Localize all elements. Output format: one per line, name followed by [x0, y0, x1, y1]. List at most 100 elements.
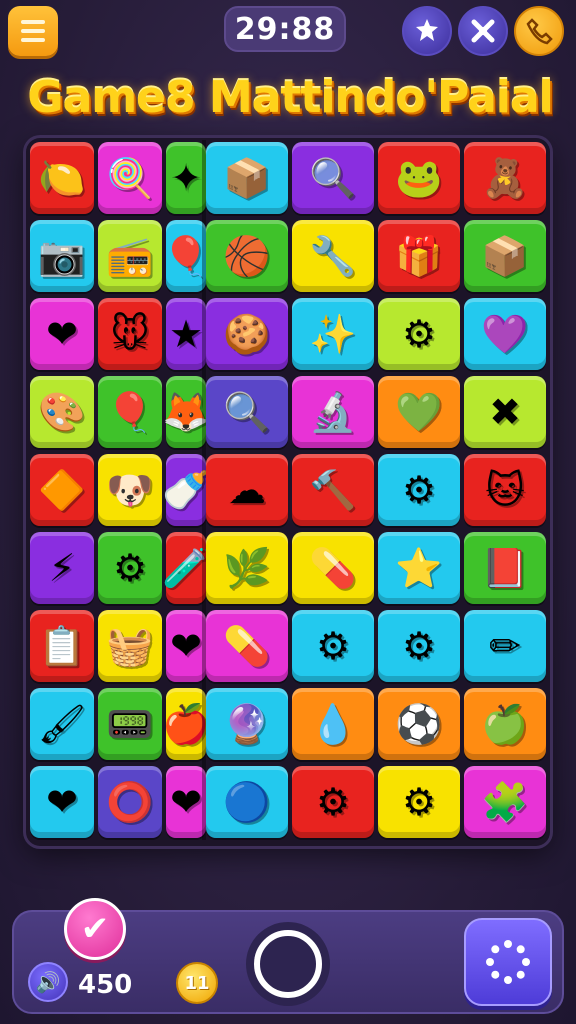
- tile-cat[interactable]: 🐱: [464, 454, 546, 526]
- device-icon: 📟: [106, 702, 154, 746]
- book-icon: 📕: [481, 546, 529, 590]
- tile-box[interactable]: 📦: [206, 142, 288, 214]
- tile-lollipop[interactable]: 🍭: [98, 142, 162, 214]
- tile-ring[interactable]: ⭕: [98, 766, 162, 838]
- menu-icon: [21, 20, 45, 24]
- tile-ball[interactable]: ⚽: [378, 688, 460, 760]
- tile-bolt[interactable]: ⚡: [30, 532, 94, 604]
- search-icon: 🔍: [223, 390, 271, 434]
- tile-frog[interactable]: 🐸: [378, 142, 460, 214]
- check-button[interactable]: ✔: [64, 898, 126, 960]
- tile-apple[interactable]: 🍎: [162, 688, 210, 760]
- box-icon: 📦: [223, 156, 271, 200]
- tile-fox[interactable]: 🦊: [162, 376, 210, 448]
- phone-button[interactable]: [514, 6, 564, 56]
- cog-icon: ⚙: [112, 546, 148, 590]
- speaker-icon: 🔊: [35, 970, 61, 994]
- tile-gem[interactable]: 🔶: [30, 454, 94, 526]
- tile-pencil[interactable]: ✏: [464, 610, 546, 682]
- tile-orb[interactable]: 🔮: [206, 688, 288, 760]
- tile-heart[interactable]: ❤: [30, 298, 94, 370]
- tile-crate[interactable]: 📦: [464, 220, 546, 292]
- score-value: 450: [78, 970, 133, 1000]
- tile-balloon[interactable]: 🎈: [162, 220, 210, 292]
- tile-device[interactable]: 📟: [98, 688, 162, 760]
- gear-icon: ⚙: [401, 312, 437, 356]
- tile-star[interactable]: ✦: [166, 142, 206, 214]
- tile-toy[interactable]: 🧸: [464, 142, 546, 214]
- tile-palette[interactable]: 🎨: [30, 376, 94, 448]
- tile-leaf[interactable]: 🌿: [206, 532, 288, 604]
- tile-board[interactable]: 📋: [30, 610, 94, 682]
- tile-lemon[interactable]: 🍋: [30, 142, 94, 214]
- tile-bottle[interactable]: 🍼: [162, 454, 210, 526]
- cat-icon: 🐱: [485, 468, 525, 512]
- tile-pill[interactable]: 💊: [206, 610, 288, 682]
- tile-heart[interactable]: ❤: [30, 766, 94, 838]
- puzzle-icon: [416, 19, 438, 41]
- tile-dog[interactable]: 🐶: [98, 454, 162, 526]
- tile-heart[interactable]: 💚: [378, 376, 460, 448]
- tile-basket[interactable]: 🧺: [98, 610, 162, 682]
- tile-search[interactable]: 🔍: [206, 376, 288, 448]
- spinner-button[interactable]: [464, 918, 552, 1006]
- tile-scope[interactable]: 🔬: [292, 376, 374, 448]
- menu-button[interactable]: [8, 6, 58, 56]
- tile-cookie[interactable]: 🍪: [206, 298, 288, 370]
- ring-icon: ⭕: [106, 780, 154, 824]
- tile-gear[interactable]: ⚙: [378, 454, 460, 526]
- coin-button[interactable]: 11: [176, 962, 218, 1004]
- tile-splat[interactable]: ✖: [464, 376, 546, 448]
- ring-button[interactable]: [246, 922, 330, 1006]
- tile-wand[interactable]: 🔧: [292, 220, 374, 292]
- tile-brush[interactable]: 🖌: [30, 688, 94, 760]
- tile-ball[interactable]: 🏀: [206, 220, 288, 292]
- tile-capsule[interactable]: 💊: [292, 532, 374, 604]
- tile-gear[interactable]: ⚙: [292, 766, 374, 838]
- tile-magnifier[interactable]: 🔍: [292, 142, 374, 214]
- pencil-icon: ✏: [489, 624, 521, 668]
- tile-mouse[interactable]: 🐭: [98, 298, 162, 370]
- game-title: Game8 Mattindo'Paial: [27, 72, 553, 123]
- tile-gear[interactable]: ⚙: [378, 766, 460, 838]
- splat-icon: ✖: [489, 390, 521, 434]
- block-icon: 🧩: [481, 780, 529, 824]
- phone-icon: [526, 18, 553, 45]
- tile-gear[interactable]: ⚙: [292, 610, 374, 682]
- tile-star[interactable]: ⭐: [378, 532, 460, 604]
- puzzle-button[interactable]: [402, 6, 452, 56]
- tile-heart[interactable]: ❤: [166, 766, 206, 838]
- ball-icon: ⚽: [395, 702, 443, 746]
- tile-drop[interactable]: 💧: [292, 688, 374, 760]
- gear-icon: ⚙: [401, 780, 437, 824]
- lollipop-icon: 🍭: [106, 156, 154, 200]
- tile-cloud[interactable]: ☁: [206, 454, 288, 526]
- tile-bubble[interactable]: 🔵: [206, 766, 288, 838]
- tile-magic-wand[interactable]: ✨: [292, 298, 374, 370]
- gem-icon: 🔶: [38, 468, 86, 512]
- tile-gift[interactable]: 🎁: [378, 220, 460, 292]
- game-board: 🍋 🍭 ✦ 📦 🔍 🐸 🧸 📷 📻 🎈 🏀 🔧 🎁 📦 ❤ 🐭 ★ 🍪 ✨ ⚙ 💜 🎨 🎈 🦊 🔍 🔬 💚 ✖ 🔶 🐶 🍼 ☁ 🔨 ⚙ 🐱 ⚡ ⚙ 🧪 🌿 💊…: [26, 138, 550, 846]
- gear-icon: ⚙: [401, 468, 437, 512]
- radio-icon: 📻: [106, 234, 154, 278]
- tile-cog[interactable]: ⚙: [378, 610, 460, 682]
- balloons-icon: 🎈: [106, 390, 154, 434]
- tile-tube[interactable]: 🧪: [162, 532, 210, 604]
- tile-gear[interactable]: ⚙: [378, 298, 460, 370]
- tile-leaf[interactable]: 🍏: [464, 688, 546, 760]
- tile-block[interactable]: 🧩: [464, 766, 546, 838]
- tile-balloons[interactable]: 🎈: [98, 376, 162, 448]
- shuffle-button[interactable]: [458, 6, 508, 56]
- star-icon: ⭐: [395, 546, 443, 590]
- crate-icon: 📦: [481, 234, 529, 278]
- tile-purple-heart[interactable]: 💜: [464, 298, 546, 370]
- tile-hammer[interactable]: 🔨: [292, 454, 374, 526]
- tile-book[interactable]: 📕: [464, 532, 546, 604]
- ball-icon: 🏀: [223, 234, 271, 278]
- tile-heart[interactable]: ❤: [166, 610, 206, 682]
- tile-star[interactable]: ★: [166, 298, 206, 370]
- tile-radio[interactable]: 📻: [98, 220, 162, 292]
- sound-button[interactable]: 🔊: [28, 962, 68, 1002]
- tile-camera[interactable]: 📷: [30, 220, 94, 292]
- tile-cog[interactable]: ⚙: [98, 532, 162, 604]
